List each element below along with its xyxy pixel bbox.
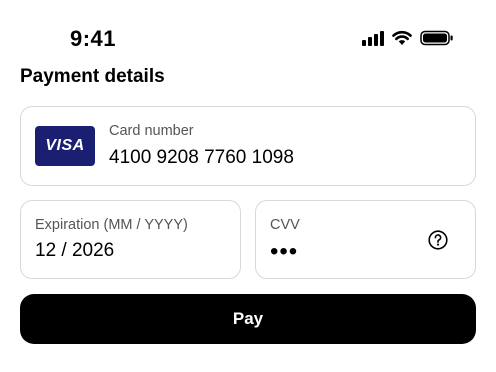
status-icons [362,30,454,46]
cvv-field[interactable]: CVV ••• [255,200,476,279]
expiration-field[interactable]: Expiration (MM / YYYY) 12 / 2026 [20,200,241,279]
battery-icon [420,30,453,46]
card-number-value[interactable]: 4100 9208 7760 1098 [109,147,294,169]
card-number-label: Card number [109,123,194,139]
status-time: 9:41 [70,26,117,51]
card-number-field[interactable]: VISA Card number 4100 9208 7760 1098 [20,106,476,186]
help-circle-icon[interactable] [428,230,448,250]
cvv-label: CVV [270,217,300,233]
cvv-value[interactable]: ••• [270,238,298,266]
status-bar: 9:41 [0,0,496,62]
visa-logo: VISA [35,126,95,166]
cellular-signal-icon [362,30,384,46]
expiration-label: Expiration (MM / YYYY) [35,217,188,233]
page-title: Payment details [20,66,165,87]
expiration-value[interactable]: 12 / 2026 [35,240,114,262]
wifi-icon [392,30,412,45]
pay-button[interactable]: Pay [20,294,476,344]
